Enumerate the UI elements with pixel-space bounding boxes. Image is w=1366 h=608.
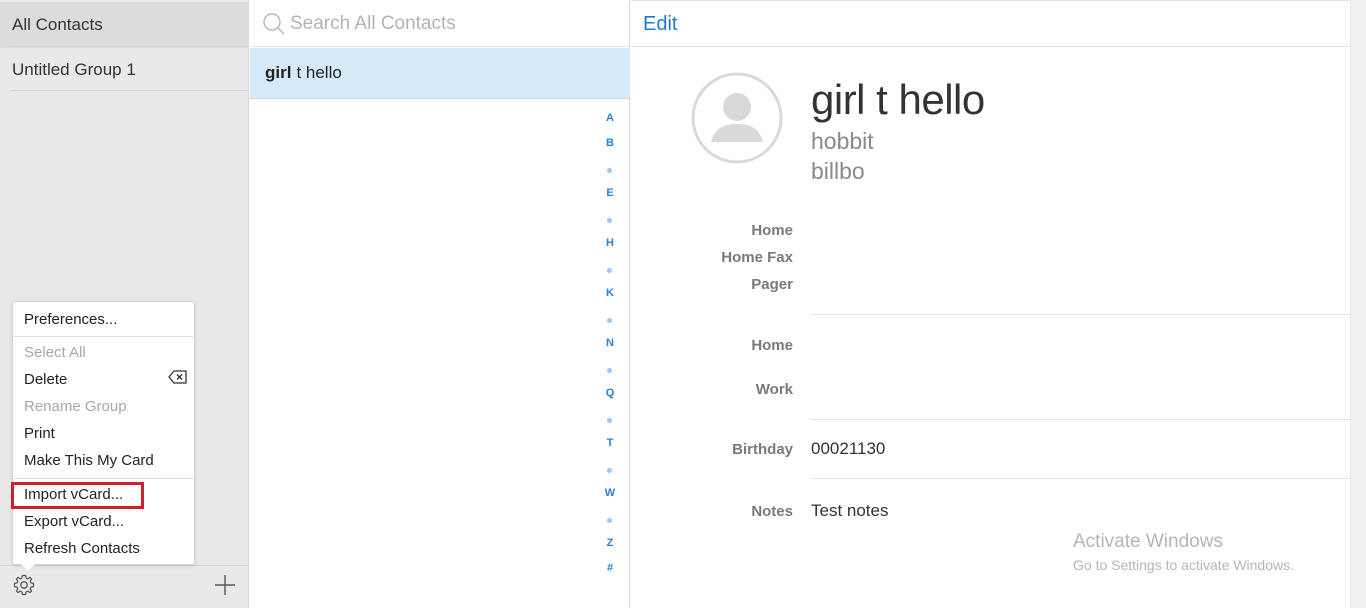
divider <box>811 419 1350 420</box>
activate-windows-subtitle: Go to Settings to activate Windows. <box>1073 557 1294 573</box>
index-letter-q[interactable]: Q <box>600 387 620 399</box>
menu-item-preferences[interactable]: Preferences... <box>24 310 117 330</box>
contact-list-panel: girl t hello A B E H K N Q T W Z # <box>250 0 630 608</box>
settings-menu: Preferences... Select All Delete Rename … <box>11 301 195 571</box>
menu-item-delete[interactable]: Delete <box>24 370 67 390</box>
address-label-home: Home <box>751 337 793 354</box>
index-letter-n[interactable]: N <box>600 337 620 349</box>
contact-company: billbo <box>811 158 865 184</box>
index-dot[interactable] <box>607 468 612 473</box>
index-dot[interactable] <box>607 218 612 223</box>
contact-rest-name: t hello <box>296 63 342 82</box>
group-all-contacts[interactable]: All Contacts <box>0 2 249 48</box>
menu-item-print[interactable]: Print <box>24 424 55 444</box>
activate-windows-title: Activate Windows <box>1073 531 1223 552</box>
notes-label: Notes <box>751 503 793 520</box>
index-dot[interactable] <box>607 168 612 173</box>
index-letter-a[interactable]: A <box>600 112 620 124</box>
address-label-work: Work <box>755 381 793 398</box>
index-letter-hash[interactable]: # <box>600 562 620 574</box>
contact-job-title: hobbit <box>811 128 874 154</box>
index-letter-w[interactable]: W <box>600 487 620 499</box>
index-letter-t[interactable]: T <box>600 437 620 449</box>
contact-name: girl t hello <box>811 76 985 123</box>
delete-key-icon <box>168 370 187 384</box>
index-letter-b[interactable]: B <box>600 137 620 149</box>
divider <box>10 90 248 91</box>
index-dot[interactable] <box>607 518 612 523</box>
contact-first-name: girl <box>265 63 292 82</box>
detail-toolbar: Edit <box>631 0 1350 47</box>
index-dot[interactable] <box>607 418 612 423</box>
menu-separator <box>13 336 194 337</box>
birthday-label: Birthday <box>732 441 793 458</box>
phone-label-home: Home <box>751 222 793 239</box>
index-letter-h[interactable]: H <box>600 237 620 249</box>
menu-item-select-all: Select All <box>24 344 86 361</box>
search-icon <box>263 13 285 35</box>
index-letter-k[interactable]: K <box>600 287 620 299</box>
index-dot[interactable] <box>607 268 612 273</box>
index-letter-z[interactable]: Z <box>600 537 620 549</box>
index-dot[interactable] <box>607 368 612 373</box>
edit-button[interactable]: Edit <box>643 13 677 36</box>
birthday-value: 00021130 <box>811 439 886 458</box>
menu-item-refresh-contacts[interactable]: Refresh Contacts <box>24 539 140 559</box>
divider <box>811 314 1350 315</box>
menu-item-export-vcard[interactable]: Export vCard... <box>24 512 124 532</box>
phone-label-pager: Pager <box>751 276 793 293</box>
import-vcard-highlight <box>11 482 144 509</box>
contact-detail-panel: Edit girl t hello hobbit billbo Home Hom… <box>631 0 1350 608</box>
search-input[interactable] <box>290 10 610 38</box>
menu-item-make-this-my-card[interactable]: Make This My Card <box>24 451 154 471</box>
add-contact-icon[interactable] <box>213 573 237 597</box>
search-bar <box>250 0 630 47</box>
menu-separator <box>13 478 194 479</box>
menu-pointer <box>21 564 35 571</box>
group-untitled-group-1[interactable]: Untitled Group 1 <box>0 47 249 93</box>
divider <box>0 565 249 566</box>
scrollbar[interactable] <box>1350 0 1366 608</box>
divider <box>811 478 1350 479</box>
phone-label-home-fax: Home Fax <box>721 249 793 266</box>
contact-list-item[interactable]: girl t hello <box>250 48 630 99</box>
menu-item-rename-group: Rename Group <box>24 398 127 415</box>
index-dot[interactable] <box>607 318 612 323</box>
notes-value: Test notes <box>811 501 889 520</box>
gear-icon[interactable] <box>12 573 36 597</box>
avatar-icon <box>691 72 783 164</box>
index-letter-e[interactable]: E <box>600 187 620 199</box>
